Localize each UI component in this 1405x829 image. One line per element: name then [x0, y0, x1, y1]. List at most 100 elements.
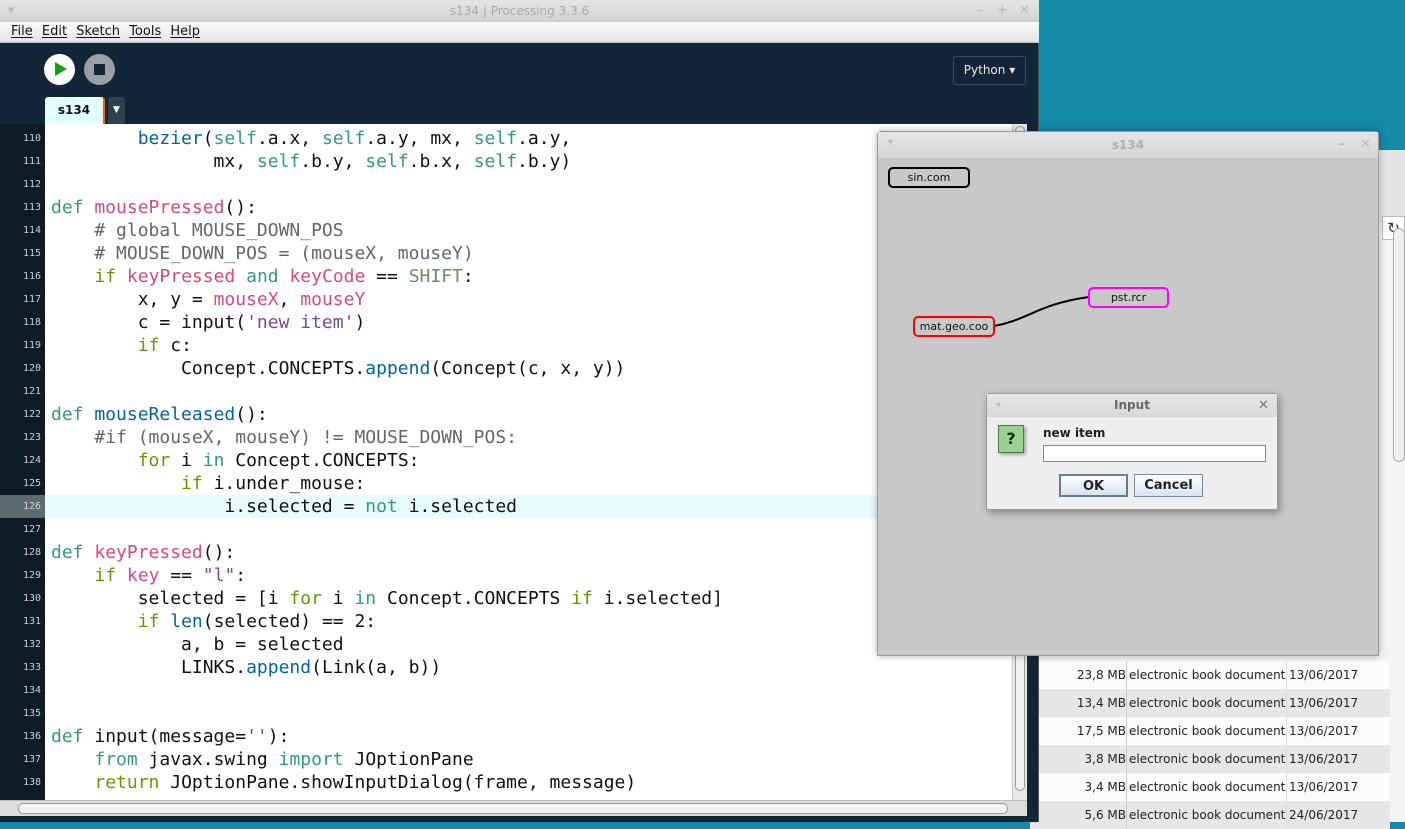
- code-token: in: [202, 450, 225, 471]
- code-line[interactable]: if keyPressed and keyCode == SHIFT:: [45, 265, 1012, 288]
- editor-horizontal-scrollbar[interactable]: [0, 800, 1027, 816]
- code-token: .a.y, mx,: [365, 128, 474, 149]
- code-line[interactable]: [45, 679, 1012, 702]
- code-line[interactable]: from javax.swing import JOptionPane: [45, 748, 1012, 771]
- file-row[interactable]: 5,6 MB electronic book document 24/06/2017: [1030, 801, 1390, 829]
- code-line[interactable]: def keyPressed():: [45, 541, 1012, 564]
- file-size: 5,6 MB: [1084, 808, 1126, 822]
- file-type: electronic book document: [1129, 668, 1286, 682]
- file-row[interactable]: 3,4 MB electronic book document 13/06/2017: [1030, 773, 1390, 801]
- code-token: def: [51, 726, 84, 747]
- line-number: 129: [22, 570, 41, 581]
- code-token: Concept.CONCEPTS: [376, 588, 572, 609]
- code-line[interactable]: LINKS.append(Link(a, b)): [45, 656, 1012, 679]
- code-line[interactable]: [45, 173, 1012, 196]
- menu-file[interactable]: File: [11, 24, 33, 39]
- close-button[interactable]: ✕: [1019, 0, 1030, 22]
- code-line[interactable]: if c:: [45, 334, 1012, 357]
- code-token: (selected) == 2:: [202, 611, 377, 632]
- file-date: 13/06/2017: [1289, 724, 1359, 738]
- concept-node[interactable]: sin.com: [888, 167, 970, 188]
- concept-node[interactable]: pst.rcr: [1088, 287, 1169, 308]
- line-number: 127: [22, 524, 41, 535]
- code-line[interactable]: [45, 702, 1012, 725]
- line-number: 133: [22, 662, 41, 673]
- file-list-scrollbar[interactable]: [1393, 228, 1405, 462]
- menu-edit[interactable]: Edit: [42, 24, 67, 39]
- code-line[interactable]: x, y = mouseX, mouseY: [45, 288, 1012, 311]
- file-row[interactable]: 13,4 MB electronic book document 13/06/201…: [1030, 689, 1390, 717]
- code-line[interactable]: mx, self.b.y, self.b.x, self.b.y): [45, 150, 1012, 173]
- file-size: 3,4 MB: [1084, 780, 1126, 794]
- file-row[interactable]: 3,8 MB electronic book document 13/06/2017: [1030, 745, 1390, 773]
- menu-help[interactable]: Help: [170, 24, 200, 39]
- line-number: 119: [22, 340, 41, 351]
- code-token: mx,: [51, 151, 257, 172]
- line-number: 135: [22, 708, 41, 719]
- menu-tools[interactable]: Tools: [129, 24, 161, 39]
- code-token: mouseY: [300, 289, 366, 310]
- code-token: :: [462, 266, 474, 287]
- code-line[interactable]: def mouseReleased():: [45, 403, 1012, 426]
- window-menu-icon[interactable]: ▾: [8, 0, 15, 22]
- ok-button[interactable]: OK: [1059, 474, 1128, 497]
- tab-menu-icon[interactable]: ▼: [108, 97, 125, 124]
- code-line[interactable]: bezier(self.a.x, self.a.y, mx, self.a.y,: [45, 127, 1012, 150]
- tab-s134[interactable]: s134: [45, 97, 105, 124]
- window-menu-icon[interactable]: ▾: [996, 394, 1001, 417]
- code-token: self: [365, 151, 409, 172]
- code-token: i: [321, 588, 355, 609]
- window-title: s134 | Processing 3.3.6: [449, 4, 590, 18]
- code-token: ==: [365, 266, 409, 287]
- stop-button[interactable]: [84, 54, 115, 85]
- dialog-titlebar: ▾ Input ✕: [987, 394, 1277, 417]
- new-item-input[interactable]: [1043, 445, 1266, 462]
- code-token: key: [126, 565, 160, 586]
- concept-node[interactable]: mat.geo.coo: [913, 316, 995, 337]
- file-type: electronic book document: [1129, 696, 1286, 710]
- code-line[interactable]: if key == "l":: [45, 564, 1012, 587]
- code-token: c = input(: [51, 312, 247, 333]
- code-line[interactable]: for i in Concept.CONCEPTS:: [45, 449, 1012, 472]
- cancel-button[interactable]: Cancel: [1134, 474, 1203, 497]
- code-token: i.selected =: [51, 496, 366, 517]
- code-token: i.selected]: [592, 588, 723, 609]
- code-line[interactable]: c = input('new item'): [45, 311, 1012, 334]
- file-row[interactable]: 23,8 MB electronic book document 13/06/201…: [1030, 661, 1390, 689]
- maximize-button[interactable]: +: [997, 0, 1008, 22]
- code-line[interactable]: #if (mouseX, mouseY) != MOUSE_DOWN_POS:: [45, 426, 1012, 449]
- code-token: self: [256, 151, 301, 172]
- code-line[interactable]: a, b = selected: [45, 633, 1012, 656]
- code-token: append: [365, 358, 431, 379]
- close-icon[interactable]: ✕: [1258, 394, 1269, 417]
- code-line[interactable]: if i.under_mouse:: [45, 472, 1012, 495]
- code-token: '': [246, 726, 268, 747]
- code-line[interactable]: [45, 518, 1012, 541]
- code-line[interactable]: i.selected = not i.selected: [45, 495, 1012, 518]
- code-line[interactable]: def input(message=''):: [45, 725, 1012, 748]
- code-token: keyPressed: [126, 266, 236, 287]
- code-line[interactable]: def mousePressed():: [45, 196, 1012, 219]
- run-button[interactable]: [44, 54, 75, 85]
- code-line[interactable]: Concept.CONCEPTS.append(Concept(c, x, y)…: [45, 357, 1012, 380]
- code-line[interactable]: # global MOUSE_DOWN_POS: [45, 219, 1012, 242]
- code-line[interactable]: # MOUSE_DOWN_POS = (mouseX, mouseY): [45, 242, 1012, 265]
- file-date: 24/06/2017: [1289, 808, 1359, 822]
- file-row[interactable]: 17,5 MB electronic book document 13/06/201…: [1030, 717, 1390, 745]
- code-editor[interactable]: bezier(self.a.x, self.a.y, mx, self.a.y,…: [45, 124, 1012, 800]
- code-line[interactable]: selected = [i for i in Concept.CONCEPTS …: [45, 587, 1012, 610]
- code-line[interactable]: [45, 380, 1012, 403]
- menu-sketch[interactable]: Sketch: [76, 24, 120, 39]
- code-line[interactable]: if len(selected) == 2:: [45, 610, 1012, 633]
- code-token: ): [354, 312, 366, 333]
- line-number: 123: [22, 432, 41, 443]
- code-line[interactable]: return JOptionPane.showInputDialog(frame…: [45, 771, 1012, 794]
- line-number: 138: [22, 777, 41, 788]
- minimize-button[interactable]: –: [976, 0, 983, 22]
- code-token: not: [365, 496, 398, 517]
- mode-selector[interactable]: Python ▾: [953, 56, 1026, 85]
